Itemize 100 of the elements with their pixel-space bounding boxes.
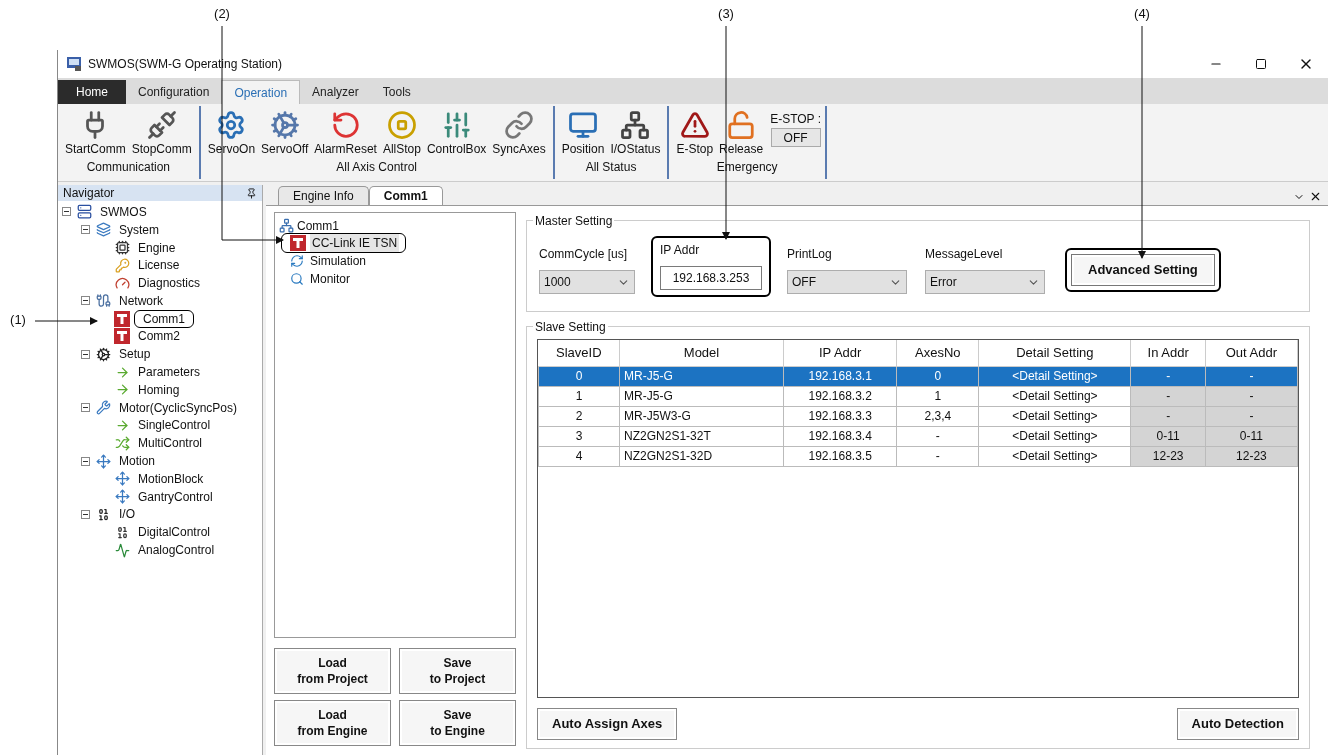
pin-icon[interactable] <box>246 187 257 199</box>
network-icon <box>279 218 294 233</box>
tree-node-icon <box>114 240 130 255</box>
ribbon-tab[interactable]: Tools <box>370 80 423 104</box>
tree-node-icon <box>95 346 111 362</box>
tree-item[interactable]: Monitor <box>308 270 352 288</box>
t-block-icon <box>114 328 130 345</box>
tree-item[interactable]: AnalogControl <box>134 541 219 560</box>
table-cell: <Detail Setting> <box>978 406 1131 426</box>
collapse-icon[interactable] <box>81 225 90 235</box>
tree-item[interactable]: Network <box>115 291 167 310</box>
table-row[interactable]: 0 MR-J5-G 192.168.3.1 0 <Detail Setting> - - <box>538 366 1298 386</box>
table-cell: MR-J5-G <box>619 386 784 406</box>
action-button[interactable]: Save to Project <box>399 648 516 694</box>
collapse-icon[interactable] <box>81 509 90 519</box>
tree-item[interactable]: MotionBlock <box>134 469 208 488</box>
table-row[interactable]: 4 NZ2GN2S1-32D 192.168.3.5 - <Detail Setting> 12-23 12-23 <box>538 446 1298 466</box>
ip-address-field[interactable]: 192.168.3.253 <box>660 265 762 290</box>
callout-label: (1) <box>9 312 27 328</box>
advanced-setting-button[interactable]: Advanced Setting <box>1071 254 1215 286</box>
column-header[interactable]: AxesNo <box>896 340 979 366</box>
column-header[interactable]: SlaveID <box>538 340 620 366</box>
tree-item[interactable]: Motor(CyclicSyncPos) <box>115 398 242 417</box>
dropdown[interactable]: 1000 <box>539 270 635 294</box>
close-icon[interactable] <box>1309 190 1322 203</box>
ribbon-button[interactable]: Position <box>558 106 608 156</box>
app-icon <box>66 56 82 72</box>
tree-item[interactable]: System <box>115 220 163 239</box>
document-tab[interactable]: Comm1 <box>368 186 443 205</box>
tree-item[interactable]: Setup <box>115 345 155 364</box>
tree-item[interactable]: SingleControl <box>134 416 215 435</box>
table-cell: 192.168.3.3 <box>783 406 897 426</box>
tree-item[interactable]: Simulation <box>308 252 369 270</box>
ribbon-button[interactable]: StopComm <box>128 106 195 156</box>
action-button[interactable]: Load from Project <box>274 648 391 694</box>
ribbon-icon <box>504 110 534 140</box>
column-header[interactable]: IP Addr <box>783 340 897 366</box>
action-button[interactable]: Load from Engine <box>274 700 391 746</box>
action-button[interactable]: Save to Engine <box>399 700 516 746</box>
tree-item[interactable]: Engine <box>134 238 180 257</box>
collapse-icon[interactable] <box>62 207 71 217</box>
column-header[interactable]: Model <box>619 340 784 366</box>
tree-item[interactable]: Parameters <box>134 363 205 382</box>
tree-item[interactable]: Comm1 <box>134 309 194 328</box>
ribbon-button[interactable]: AllStop <box>379 106 424 156</box>
ribbon-button[interactable]: E-Stop <box>673 106 717 156</box>
ribbon-tab[interactable]: Operation <box>221 80 301 104</box>
ribbon-group-label: All Status <box>585 160 637 174</box>
tree-item[interactable]: DigitalControl <box>134 523 215 542</box>
ribbon-icon <box>269 110 300 140</box>
ribbon-button[interactable]: I/OStatus <box>607 106 664 156</box>
collapse-icon[interactable] <box>81 349 90 359</box>
tree-node-icon <box>114 489 130 505</box>
tree-node-icon <box>114 471 130 487</box>
action-button[interactable]: Auto Assign Axes <box>537 708 678 740</box>
tree-item[interactable]: Comm1 <box>297 216 339 235</box>
dropdown[interactable]: Error <box>925 270 1045 294</box>
tree-item[interactable]: Diagnostics <box>134 274 205 293</box>
document-tab[interactable]: Engine Info <box>278 186 369 205</box>
ribbon-button[interactable]: Release <box>716 106 767 156</box>
column-header[interactable]: Out Addr <box>1205 340 1298 366</box>
table-cell: NZ2GN2S1-32T <box>619 426 784 446</box>
tree-item[interactable]: License <box>134 256 184 275</box>
tree-item[interactable]: Motion <box>115 452 160 471</box>
ribbon-tab[interactable]: Configuration <box>126 80 222 104</box>
ribbon-button[interactable]: ControlBox <box>423 106 490 156</box>
ribbon-tab[interactable]: Home <box>58 80 126 104</box>
column-header[interactable]: In Addr <box>1131 340 1206 366</box>
tree-item[interactable]: GantryControl <box>134 487 217 506</box>
column-header[interactable]: Detail Setting <box>978 340 1131 366</box>
tree-node-icon <box>95 222 111 238</box>
ribbon-button[interactable]: AlarmReset <box>311 106 380 156</box>
ribbon-icon <box>386 110 417 140</box>
tree-item[interactable]: Homing <box>134 380 184 399</box>
collapse-icon[interactable] <box>81 296 90 306</box>
ribbon-button[interactable]: ServoOff <box>258 106 312 156</box>
ribbon-button[interactable]: StartComm <box>62 106 129 156</box>
table-cell: <Detail Setting> <box>978 386 1131 406</box>
action-button[interactable]: Auto Detection <box>1176 708 1299 740</box>
table-row[interactable]: 1 MR-J5-G 192.168.3.2 1 <Detail Setting> - - <box>538 386 1298 406</box>
collapse-icon[interactable] <box>81 456 90 466</box>
ribbon-button[interactable]: SyncAxes <box>489 106 549 156</box>
table-row[interactable]: 3 NZ2GN2S1-32T 192.168.3.4 - <Detail Setting> 0-11 0-11 <box>538 426 1298 446</box>
ribbon-tab[interactable]: Analyzer <box>300 80 371 104</box>
table-row[interactable]: 2 MR-J5W3-G 192.168.3.3 2,3,4 <Detail Setting> - - <box>538 406 1298 426</box>
tree-item[interactable]: Comm2 <box>134 327 184 346</box>
table-cell: MR-J5-G <box>619 366 784 386</box>
field-label: IP Addr <box>660 241 701 258</box>
tree-item[interactable]: MultiControl <box>134 434 207 453</box>
tree-item[interactable]: SWMOS <box>96 202 151 221</box>
collapse-icon[interactable] <box>81 403 90 413</box>
window-title: SWMOS(SWM-G Operating Station) <box>88 56 283 73</box>
table-cell: - <box>896 426 979 446</box>
ribbon-group-label: Emergency <box>716 160 778 174</box>
tree-item[interactable]: I/O <box>115 505 139 524</box>
tree-node-icon <box>95 453 111 469</box>
tree-item[interactable]: CC-Link IE TSN <box>310 234 400 252</box>
dropdown[interactable]: OFF <box>787 270 907 294</box>
ribbon-group-label: Communication <box>86 160 171 174</box>
ribbon-button[interactable]: ServoOn <box>204 106 259 156</box>
